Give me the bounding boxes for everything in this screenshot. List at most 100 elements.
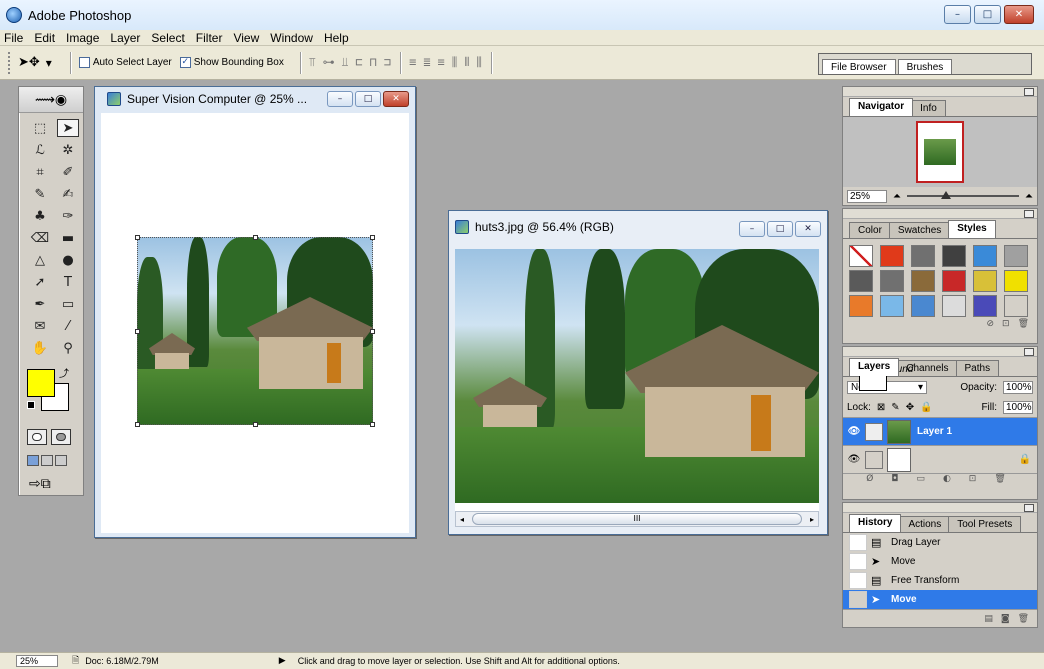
palette-header[interactable] [843,87,1037,97]
style-swatch[interactable] [911,295,935,317]
fill-field[interactable]: 100% [1003,400,1033,414]
tool-preset-picker[interactable]: ➤✥ ▾ [18,55,52,70]
tab-navigator[interactable]: Navigator [849,98,914,116]
eyedropper-tool-icon[interactable]: ⁄ [57,317,79,335]
magic-wand-tool-icon[interactable]: ✲ [57,141,79,159]
document-maximize-button[interactable]: □ [767,221,793,237]
distribute-bottom-icon[interactable]: ≡ [438,55,446,70]
align-left-icon[interactable]: ⊏ [355,55,363,70]
zoom-slider[interactable] [907,191,1019,199]
tab-info[interactable]: Info [911,100,946,116]
style-swatch[interactable] [973,295,997,317]
status-zoom-field[interactable]: 25% [16,655,58,667]
transform-handle[interactable] [370,422,375,427]
trash-icon[interactable]: 🗑 [1018,614,1029,624]
transform-handle[interactable] [135,422,140,427]
layer-mask-icon[interactable]: ◘ [891,474,898,487]
lock-transparency-icon[interactable]: ⊠ [877,402,885,413]
healing-brush-tool-icon[interactable]: ✎ [29,185,51,203]
gradient-tool-icon[interactable]: ▬ [57,229,79,247]
snapshot-icon[interactable]: ◙ [1001,614,1010,624]
tab-swatches[interactable]: Swatches [888,222,951,238]
style-swatch[interactable] [1004,270,1028,292]
brush-link-icon[interactable] [865,422,883,441]
foreground-color-swatch[interactable] [27,369,55,397]
palette-header[interactable] [843,503,1037,513]
tab-tool-presets[interactable]: Tool Presets [948,516,1022,532]
zoom-out-icon[interactable]: ⏶ [893,191,901,202]
horizontal-scrollbar[interactable]: ◂ III ▸ [455,511,819,527]
transform-handle[interactable] [135,235,140,240]
default-colors-icon[interactable] [27,401,35,409]
document-window-super-vision[interactable]: Super Vision Computer @ 25% ... – □ ✕ [94,86,416,538]
transform-handle[interactable] [253,422,258,427]
crop-tool-icon[interactable]: ⌗ [29,163,51,181]
document-canvas[interactable] [455,249,819,511]
eye-icon[interactable]: 👁 [843,426,865,437]
blur-tool-icon[interactable]: △ [29,251,51,269]
transform-handle[interactable] [135,329,140,334]
navigator-preview[interactable] [843,117,1037,187]
document-close-button[interactable]: ✕ [795,221,821,237]
layer-style-icon[interactable]: Ø [866,474,873,487]
palette-header[interactable] [843,347,1037,357]
history-source-box[interactable] [849,572,867,589]
close-button[interactable]: ✕ [1004,5,1034,24]
brush-link-icon[interactable] [865,450,883,469]
document-canvas[interactable] [101,113,409,533]
style-swatch[interactable] [942,295,966,317]
tab-brushes[interactable]: Brushes [897,59,953,74]
style-swatch[interactable] [880,245,904,267]
opacity-field[interactable]: 100% [1003,380,1033,394]
layer-row-background[interactable]: 👁 Background 🔒 [843,363,1037,473]
distribute-hcenter-icon[interactable]: ⫴ [464,55,470,70]
trash-icon[interactable]: 🗑 [1018,319,1029,333]
shape-tool-icon[interactable]: ▭ [57,295,79,313]
menu-layer[interactable]: Layer [110,31,140,45]
checkbox-box[interactable] [78,57,90,68]
menu-image[interactable]: Image [66,31,99,45]
distribute-left-icon[interactable]: ⫼ [452,55,459,70]
scroll-right-icon[interactable]: ▸ [810,515,814,524]
maximize-button[interactable]: □ [974,5,1001,24]
show-bounding-box-checkbox[interactable]: ✓ Show Bounding Box [179,57,284,68]
app-title-bar[interactable]: Adobe Photoshop – □ ✕ [0,0,1044,30]
document-window-huts3[interactable]: huts3.jpg @ 56.4% (RGB) – □ ✕ ◂ III ▸ [448,210,828,535]
lock-position-icon[interactable]: ✥ [906,402,914,413]
zoom-in-icon[interactable]: ⏶ [1025,191,1033,202]
path-selection-tool-icon[interactable]: ➚ [29,273,51,291]
palette-minimize-icon[interactable] [1024,210,1034,218]
style-swatch[interactable] [911,245,935,267]
distribute-top-icon[interactable]: ≡ [409,55,417,70]
menu-file[interactable]: File [4,31,23,45]
clear-style-icon[interactable]: ⊘ [986,319,994,333]
huts-photo[interactable] [455,249,819,503]
menu-select[interactable]: Select [151,31,184,45]
tab-styles[interactable]: Styles [948,220,996,238]
navigator-zoom-field[interactable]: 25% [847,189,887,203]
lock-image-icon[interactable]: ✎ [891,402,899,413]
options-bar-grip[interactable] [8,51,12,74]
standard-screen-mode-button[interactable] [27,455,39,466]
minimize-button[interactable]: – [944,5,971,24]
checkbox-box-checked[interactable]: ✓ [179,57,191,68]
menu-filter[interactable]: Filter [196,31,223,45]
history-item-free-transform[interactable]: ▤ Free Transform [843,571,1037,590]
notes-tool-icon[interactable]: ✉ [29,317,51,335]
new-document-from-state-icon[interactable]: ▤ [984,614,993,624]
distribute-right-icon[interactable]: ⫼ [476,55,483,70]
style-swatch[interactable] [911,270,935,292]
dodge-tool-icon[interactable]: ● [57,251,79,269]
palette-minimize-icon[interactable] [1024,504,1034,512]
style-swatch[interactable] [942,245,966,267]
trash-icon[interactable]: 🗑 [994,474,1005,487]
menu-view[interactable]: View [233,31,259,45]
lasso-tool-icon[interactable]: ℒ [29,141,51,159]
scroll-left-icon[interactable]: ◂ [460,515,464,524]
align-right-icon[interactable]: ⊐ [384,55,392,70]
full-screen-menu-mode-button[interactable] [41,455,53,466]
brush-tool-icon[interactable]: ✍ [57,185,79,203]
jump-to-imageready-icon[interactable]: ⇨⧉ [29,476,83,492]
pen-tool-icon[interactable]: ✒ [29,295,51,313]
palette-minimize-icon[interactable] [1024,348,1034,356]
